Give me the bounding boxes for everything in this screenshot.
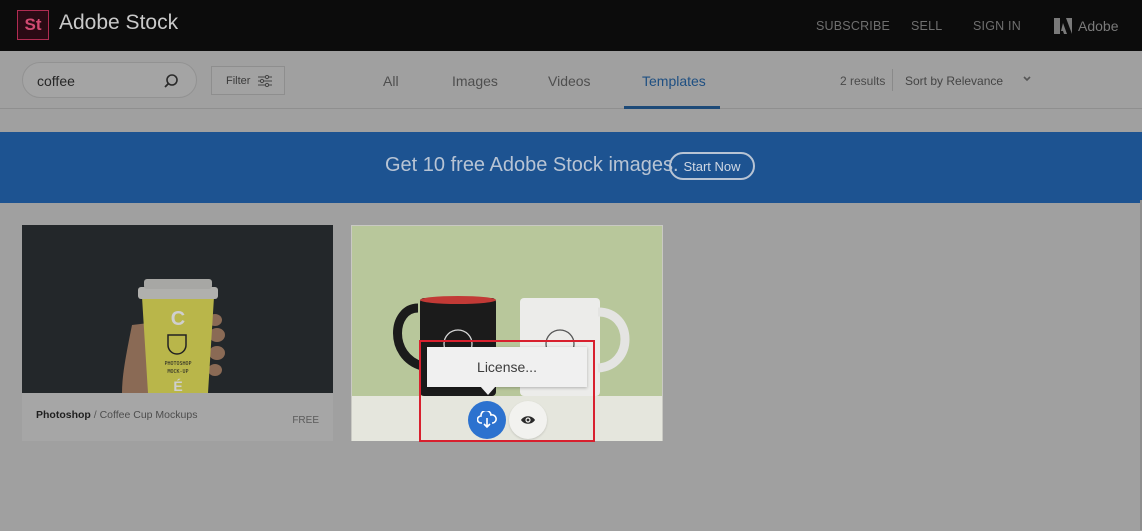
divider: [892, 69, 893, 91]
eye-icon: [521, 416, 535, 424]
cloud-download-icon: [477, 411, 497, 429]
start-now-button[interactable]: Start Now: [669, 152, 755, 180]
adobe-label[interactable]: Adobe: [1078, 18, 1118, 34]
filter-label: Filter: [226, 74, 251, 87]
price-badge: FREE: [292, 415, 319, 426]
search-icon[interactable]: [163, 73, 179, 89]
adobe-logo-icon[interactable]: [1054, 18, 1072, 34]
result-thumbnail[interactable]: C PHOTOSHOP MOCK-UP É: [22, 225, 333, 393]
promo-banner: Get 10 free Adobe Stock images. Start No…: [0, 132, 1142, 203]
svg-text:É: É: [173, 378, 182, 393]
result-card-hovered[interactable]: [351, 225, 663, 441]
tooltip-arrow: [480, 386, 496, 395]
preview-button[interactable]: [509, 401, 547, 439]
active-tab-indicator: [624, 106, 720, 109]
results-count: 2 results: [840, 74, 886, 88]
app-name: Photoshop: [36, 409, 91, 421]
template-title: Coffee Cup Mockups: [99, 409, 198, 421]
tab-all[interactable]: All: [383, 73, 399, 89]
chevron-down-icon[interactable]: [1022, 75, 1032, 83]
svg-text:PHOTOSHOP: PHOTOSHOP: [164, 361, 191, 367]
adobe-stock-logo[interactable]: St: [17, 10, 49, 40]
separator: /: [90, 409, 100, 421]
subscribe-link[interactable]: SUBSCRIBE: [816, 19, 890, 33]
search-box[interactable]: [22, 62, 197, 98]
license-tooltip: License...: [427, 347, 587, 387]
top-navigation-bar: St Adobe Stock SUBSCRIBE SELL SIGN IN Ad…: [0, 0, 1142, 51]
svg-text:MOCK-UP: MOCK-UP: [167, 369, 188, 375]
license-button[interactable]: [468, 401, 506, 439]
sort-dropdown[interactable]: Sort by Relevance: [905, 74, 1003, 88]
coffee-cup-image: C PHOTOSHOP MOCK-UP É: [22, 225, 333, 393]
tab-videos[interactable]: Videos: [548, 73, 591, 89]
brand-name[interactable]: Adobe Stock: [59, 11, 178, 35]
search-input[interactable]: [37, 71, 157, 91]
tab-templates[interactable]: Templates: [642, 73, 706, 89]
tab-images[interactable]: Images: [452, 73, 498, 89]
filter-button[interactable]: Filter: [211, 66, 285, 95]
banner-text: Get 10 free Adobe Stock images.: [385, 154, 679, 176]
result-card[interactable]: C PHOTOSHOP MOCK-UP É Photoshop / Coffee…: [22, 225, 333, 441]
sell-link[interactable]: SELL: [911, 19, 942, 33]
sign-in-link[interactable]: SIGN IN: [973, 19, 1021, 33]
card-footer: [352, 396, 662, 441]
result-meta: Photoshop / Coffee Cup Mockups FREE: [22, 393, 333, 441]
search-toolbar: Filter All Images Videos Templates 2 res…: [0, 51, 1142, 109]
filter-sliders-icon: [258, 74, 273, 87]
result-title-line[interactable]: Photoshop / Coffee Cup Mockups: [36, 409, 197, 421]
svg-text:C: C: [171, 308, 185, 330]
